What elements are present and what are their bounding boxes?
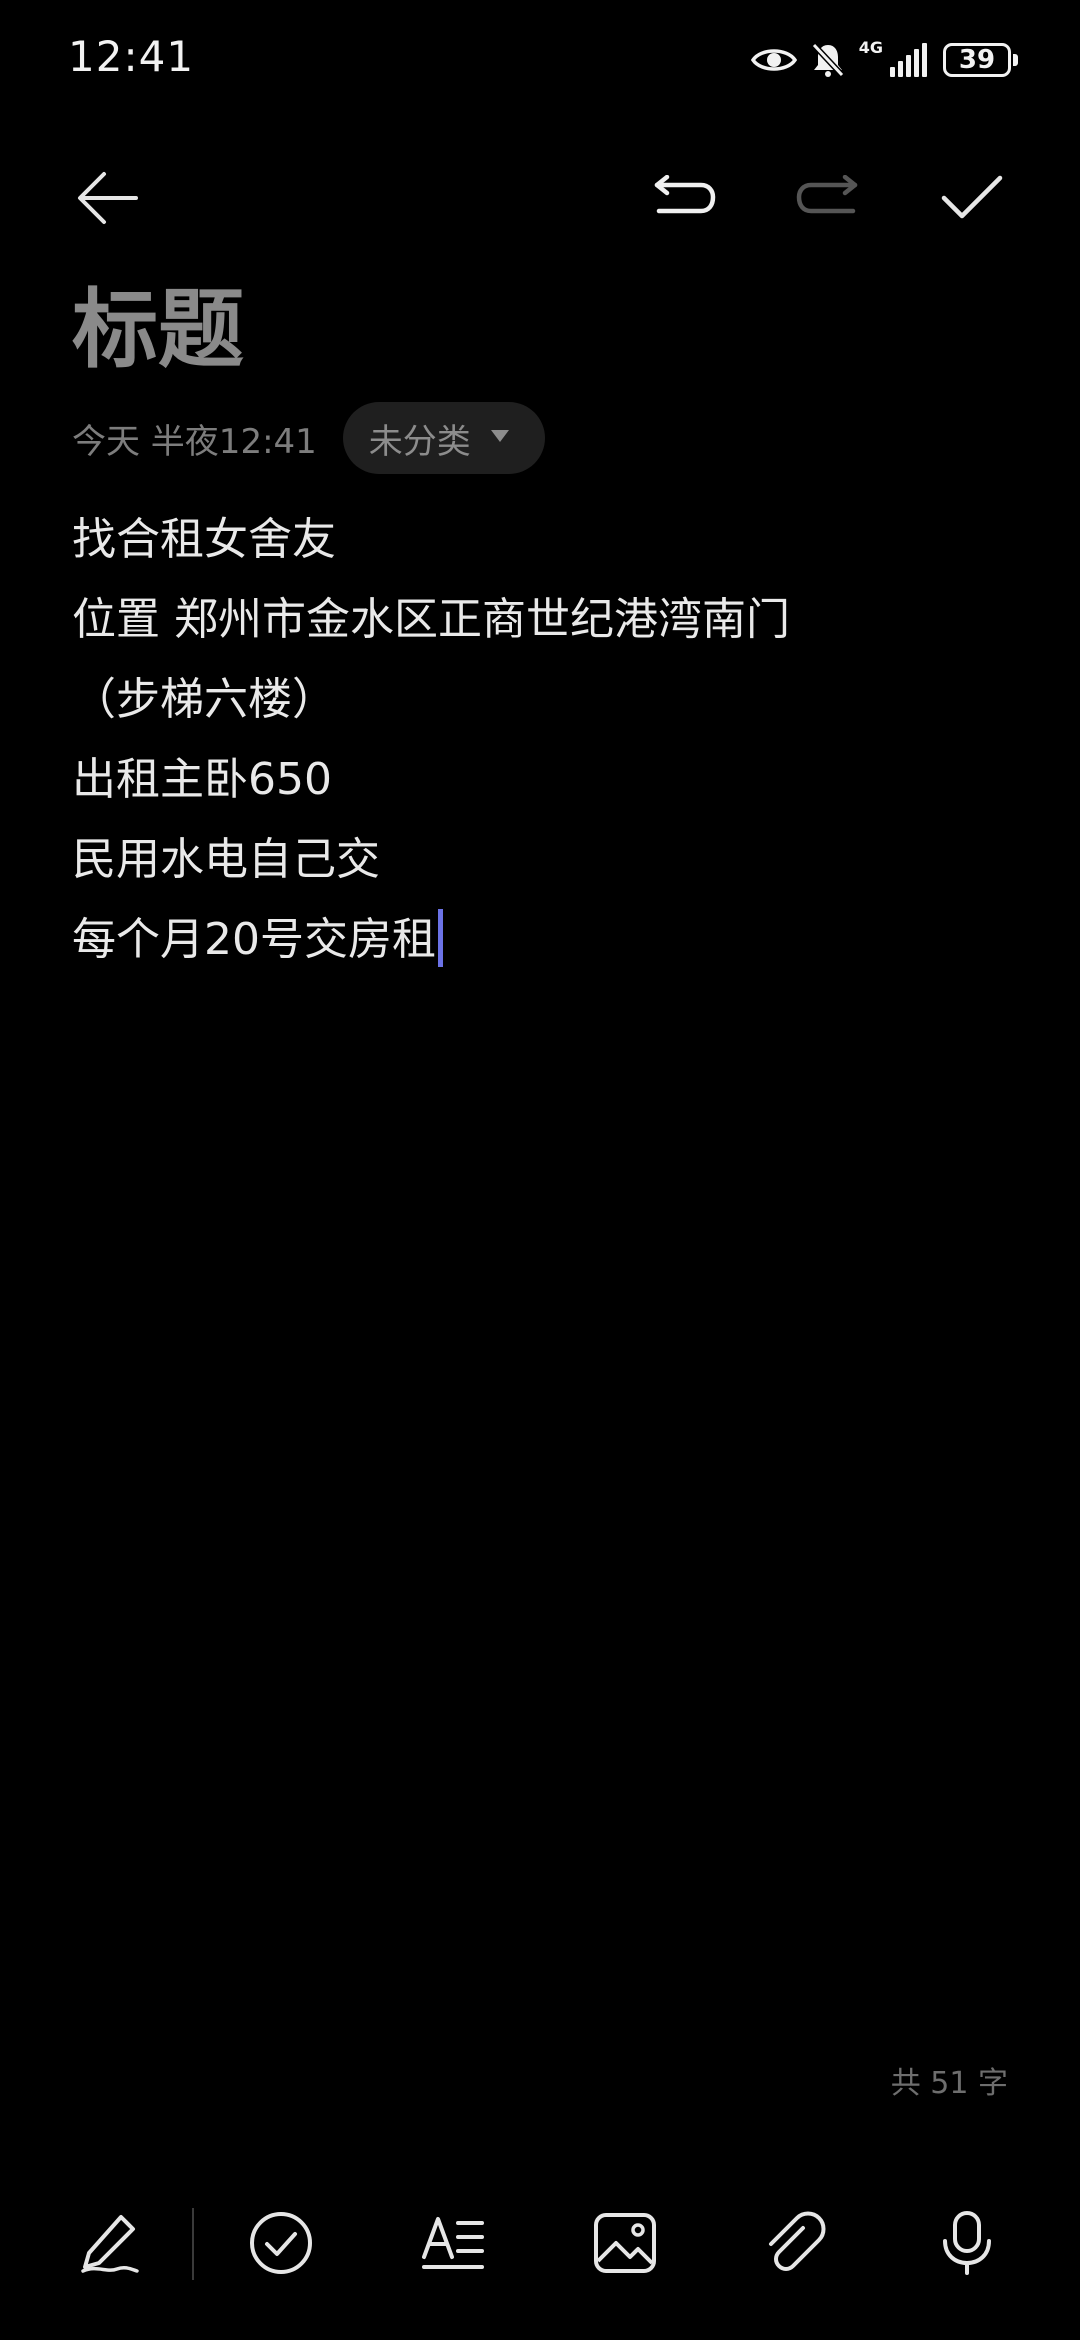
network-type-label: 4G: [858, 38, 883, 57]
eye-icon: [750, 45, 797, 75]
image-icon: [592, 2211, 658, 2279]
check-icon: [940, 174, 1004, 226]
status-time: 12:41: [68, 32, 195, 81]
bottom-toolbar: [0, 2190, 1080, 2300]
battery-tip: [1013, 54, 1018, 66]
note-line[interactable]: 位置 郑州市金水区正商世纪港湾南门: [72, 580, 1012, 660]
note-line-text: 每个月20号交房租: [72, 914, 436, 965]
note-date: 今天 半夜12:41: [72, 421, 317, 462]
note-line[interactable]: 民用水电自己交: [72, 820, 1012, 900]
back-button[interactable]: [68, 160, 148, 240]
battery-level: 39: [958, 45, 996, 75]
note-line[interactable]: （步梯六楼）: [72, 660, 1012, 740]
status-bar: 12:41 4G 39: [0, 0, 1080, 120]
battery-body: 39: [943, 43, 1011, 77]
handwriting-pen-icon: [77, 2211, 141, 2279]
text-caret: [438, 909, 443, 967]
handwriting-button[interactable]: [66, 2202, 152, 2288]
text-format-icon: [420, 2213, 486, 2277]
redo-icon: [795, 174, 861, 225]
save-check-button[interactable]: [932, 160, 1012, 240]
microphone-icon: [939, 2209, 995, 2281]
checklist-button[interactable]: [238, 2202, 324, 2288]
battery-icon: 39: [943, 43, 1018, 77]
word-count: 共 51 字: [890, 2066, 1008, 2101]
toolbar-divider: [192, 2208, 194, 2280]
insert-image-button[interactable]: [582, 2202, 668, 2288]
top-toolbar: [0, 150, 1080, 250]
attachment-button[interactable]: [752, 2202, 838, 2288]
note-line-last[interactable]: 每个月20号交房租: [72, 900, 1012, 980]
text-format-button[interactable]: [410, 2202, 496, 2288]
signal-icon: [889, 43, 929, 77]
note-title[interactable]: 标题: [72, 280, 244, 380]
category-selector[interactable]: 未分类: [342, 402, 545, 474]
note-body[interactable]: 找合租女舍友 位置 郑州市金水区正商世纪港湾南门 （步梯六楼） 出租主卧650 …: [72, 500, 1012, 980]
bell-off-icon: [811, 42, 845, 78]
undo-button[interactable]: [644, 160, 724, 240]
dropdown-triangle-icon: [489, 428, 511, 448]
undo-icon: [651, 174, 717, 225]
voice-input-button[interactable]: [924, 2202, 1010, 2288]
back-arrow-icon: [76, 170, 140, 230]
checklist-icon: [248, 2210, 314, 2280]
note-line[interactable]: 找合租女舍友: [72, 500, 1012, 580]
category-label: 未分类: [368, 421, 471, 462]
note-line[interactable]: 出租主卧650: [72, 740, 1012, 820]
redo-button[interactable]: [788, 160, 868, 240]
status-icons: 4G 39: [750, 36, 1018, 84]
note-meta-row: 今天 半夜12:41 未分类: [72, 402, 545, 474]
attachment-icon: [763, 2210, 827, 2280]
